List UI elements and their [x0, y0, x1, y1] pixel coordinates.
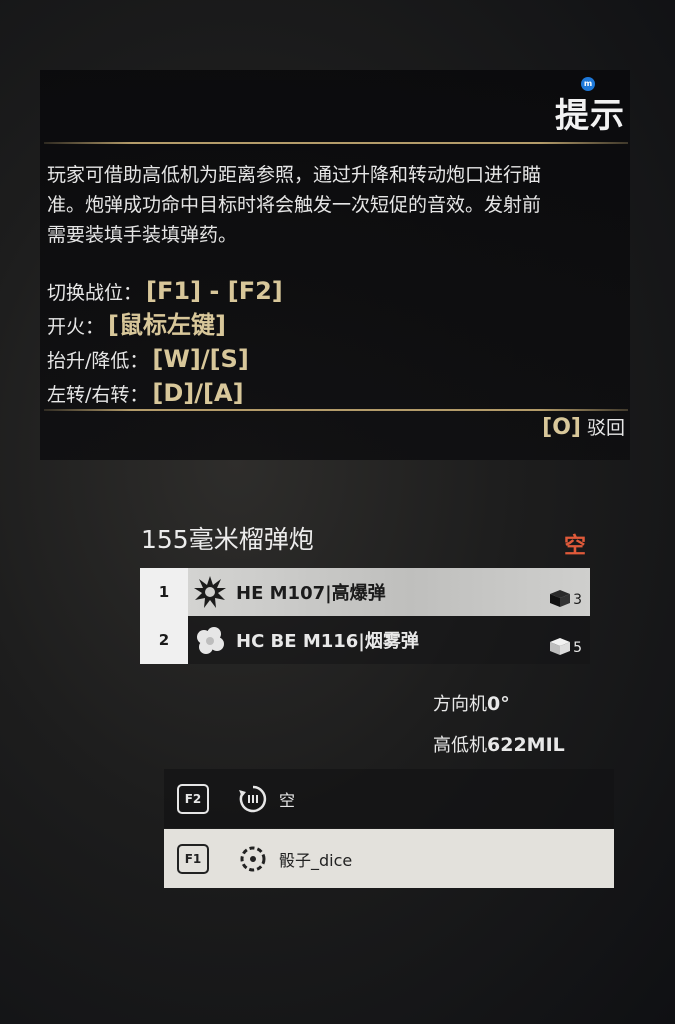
ammo-crate-icon [550, 638, 571, 655]
ammo-index: 2 [140, 616, 188, 664]
slot-label: 骰子_dice [279, 850, 353, 870]
elevation-readout: 高低机622MIL [433, 731, 565, 757]
ammo-row-he[interactable]: 1 HE M107|高爆弹 3 [140, 568, 590, 616]
ammo-count-value: 3 [573, 592, 582, 608]
control-fire: 开火： [鼠标左键] [47, 308, 283, 342]
ammo-count-value: 5 [573, 640, 582, 656]
control-label: 左转/右转： [47, 384, 149, 406]
ammo-count: 5 [548, 626, 582, 656]
control-label: 抬升/降低： [47, 350, 149, 372]
seat-slot-f2[interactable]: F2 空 [164, 769, 614, 828]
control-key: [F1] - [F2] [146, 277, 283, 305]
control-key: [D]/[A] [152, 379, 244, 407]
weapon-name: 155毫米榴弹炮 [141, 525, 314, 554]
ammo-row-smoke[interactable]: 2 HC BE M116|烟雾弹 5 [140, 616, 590, 664]
hint-title: 提示 [555, 96, 625, 136]
hint-divider-bottom [44, 409, 628, 411]
slot-key: F1 [177, 843, 209, 874]
slot-key: F2 [177, 783, 209, 814]
dismiss-key: [O] [542, 415, 581, 440]
elevation-label: 高低机 [433, 735, 487, 756]
smoke-icon [188, 623, 232, 657]
explosion-icon [188, 575, 232, 609]
dismiss-label: 驳回 [586, 417, 625, 439]
seat-slot-f1[interactable]: F1 骰子_dice [164, 829, 614, 888]
ammo-label: HE M107|高爆弹 [236, 583, 386, 604]
gunner-icon [237, 843, 269, 875]
ammo-list: 1 HE M107|高爆弹 3 2 HC BE M116|烟雾弹 5 [140, 568, 590, 664]
hint-body-line: 需要装填手装填弹药。 [47, 224, 238, 246]
control-switch-seat: 切换战位： [F1] - [F2] [47, 274, 283, 308]
control-label: 切换战位： [47, 282, 143, 304]
control-elevate: 抬升/降低： [W]/[S] [47, 342, 283, 376]
control-traverse: 左转/右转： [D]/[A] [47, 376, 283, 410]
hint-body-line: 玩家可借助高低机为距离参照，通过升降和转动炮口进行瞄 [47, 164, 542, 186]
slot-label: 空 [279, 790, 296, 810]
hint-divider-top [44, 142, 628, 144]
control-key: [鼠标左键] [108, 311, 226, 339]
control-label: 开火： [47, 316, 105, 338]
traverse-value: 0° [487, 693, 510, 715]
control-key: [W]/[S] [152, 345, 249, 373]
elevation-value: 622MIL [487, 734, 565, 756]
seat-slots: F2 空 F1 骰子_dice [164, 769, 614, 888]
dismiss-button[interactable]: [O] 驳回 [542, 413, 625, 440]
controls-list: 切换战位： [F1] - [F2] 开火： [鼠标左键] 抬升/降低： [W]/[S]… [47, 274, 283, 410]
hint-body-line: 准。炮弹成功命中目标时将会触发一次短促的音效。发射前 [47, 194, 542, 216]
traverse-readout: 方向机0° [433, 690, 510, 716]
ammo-index: 1 [140, 568, 188, 616]
reload-icon [237, 783, 269, 815]
hint-body: 玩家可借助高低机为距离参照，通过升降和转动炮口进行瞄 准。炮弹成功命中目标时将会… [47, 160, 627, 250]
ammo-count: 3 [548, 578, 582, 608]
weapon-status: 空 [564, 534, 587, 559]
ammo-label: HC BE M116|烟雾弹 [236, 631, 419, 652]
traverse-label: 方向机 [433, 694, 487, 715]
ammo-crate-icon [550, 590, 571, 607]
